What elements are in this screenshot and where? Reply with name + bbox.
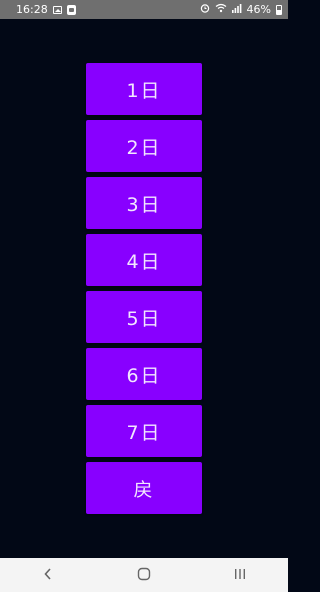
battery-icon (276, 4, 282, 15)
sync-icon (66, 4, 76, 15)
recents-button[interactable] (220, 560, 260, 590)
day-1-button[interactable]: 1日 (86, 63, 202, 115)
alarm-icon (200, 3, 210, 16)
status-bar: 16:28 46% (0, 0, 288, 19)
home-button[interactable] (124, 560, 164, 590)
navigation-bar (0, 558, 288, 592)
signal-icon (231, 3, 242, 16)
home-icon (137, 566, 151, 585)
status-time: 16:28 (16, 3, 48, 16)
day-2-button[interactable]: 2日 (86, 120, 202, 172)
day-7-button[interactable]: 7日 (86, 405, 202, 457)
image-icon (52, 5, 62, 14)
day-3-button[interactable]: 3日 (86, 177, 202, 229)
day-4-button[interactable]: 4日 (86, 234, 202, 286)
wifi-icon (215, 3, 227, 16)
return-button[interactable]: 戻 (86, 462, 202, 514)
back-button[interactable] (28, 560, 68, 590)
day-5-button[interactable]: 5日 (86, 291, 202, 343)
status-left: 16:28 (16, 3, 76, 16)
recents-icon (233, 566, 247, 585)
day-6-button[interactable]: 6日 (86, 348, 202, 400)
status-right: 46% (200, 3, 282, 16)
main-area: 1日 2日 3日 4日 5日 6日 7日 戻 (0, 19, 288, 558)
battery-percent: 46% (246, 3, 271, 16)
back-icon (43, 566, 53, 585)
